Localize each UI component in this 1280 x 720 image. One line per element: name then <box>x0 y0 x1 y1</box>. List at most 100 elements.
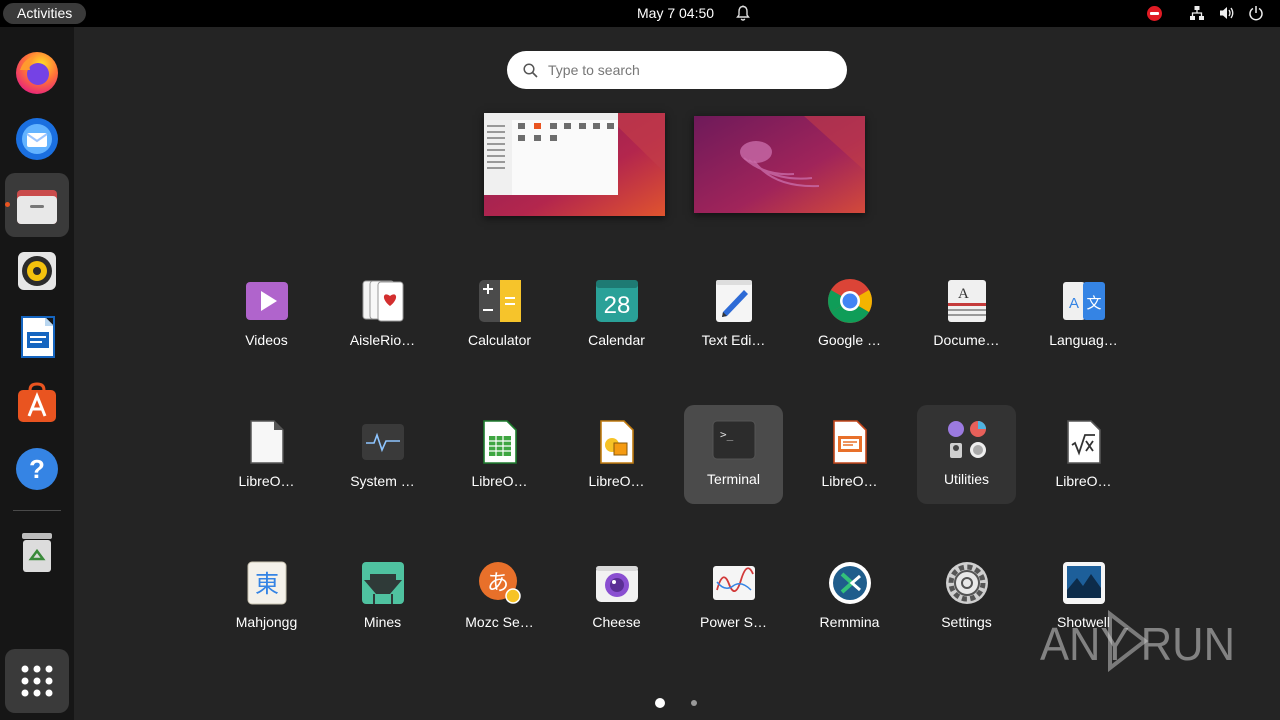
workspace-1-preview <box>484 113 665 216</box>
dock-item-writer[interactable] <box>5 305 69 369</box>
app-label: LibreO… <box>821 473 878 489</box>
workspace-thumbnail-1[interactable] <box>484 113 665 216</box>
network-icon[interactable] <box>1189 5 1205 21</box>
draw-icon <box>600 420 634 464</box>
power-icon[interactable] <box>1248 5 1264 21</box>
workspace-2-preview <box>694 116 865 213</box>
app-google-chrome[interactable]: Google … <box>800 266 899 365</box>
svg-text:>_: >_ <box>720 428 734 441</box>
page-indicator-2[interactable] <box>691 700 697 706</box>
app-label: Settings <box>941 614 992 630</box>
system-monitor-icon <box>362 424 404 460</box>
dock-item-show-applications[interactable] <box>5 649 69 713</box>
settings-icon <box>946 562 988 604</box>
app-label: LibreO… <box>588 473 645 489</box>
app-power-statistics[interactable]: Power S… <box>684 548 783 647</box>
help-icon: ? <box>16 448 58 490</box>
chrome-icon <box>828 279 872 323</box>
dock-item-thunderbird[interactable] <box>5 107 69 171</box>
app-calculator[interactable]: Calculator <box>450 266 549 365</box>
videos-icon <box>246 282 288 320</box>
terminal-icon: >_ <box>712 420 756 460</box>
app-label: Google … <box>817 332 882 348</box>
app-label: Text Edi… <box>701 332 766 348</box>
dock: ? <box>0 27 74 720</box>
app-libreoffice-impress[interactable]: LibreO… <box>800 407 899 506</box>
page-indicator-1[interactable] <box>655 698 665 708</box>
power-statistics-icon <box>713 566 755 600</box>
workspace-thumbnail-2[interactable] <box>694 116 865 213</box>
mahjongg-icon: 東 <box>247 561 287 605</box>
dock-item-help[interactable]: ? <box>5 437 69 501</box>
svg-text:あ: あ <box>487 571 509 596</box>
app-mines[interactable]: Mines <box>333 548 432 647</box>
app-label: Mozc Se… <box>465 614 534 630</box>
svg-text:A: A <box>958 286 969 302</box>
app-libreoffice-math[interactable]: LibreO… <box>1034 407 1133 506</box>
app-label: Power S… <box>700 614 767 630</box>
cards-icon <box>362 280 404 322</box>
notification-bell-icon[interactable] <box>735 5 751 22</box>
svg-text:?: ? <box>29 454 45 484</box>
app-libreoffice-calc[interactable]: LibreO… <box>450 407 549 506</box>
svg-text:文: 文 <box>1086 294 1101 312</box>
app-terminal[interactable]: >_ Terminal <box>684 405 783 504</box>
document-viewer-icon: A <box>948 280 986 322</box>
svg-text:A: A <box>1069 295 1079 312</box>
shotwell-icon <box>1063 562 1105 604</box>
search-box[interactable] <box>507 51 847 89</box>
mozc-icon: あ <box>479 562 521 604</box>
app-mozc-setup[interactable]: あ Mozc Se… <box>450 548 549 647</box>
activities-button[interactable]: Activities <box>3 3 87 24</box>
cheese-icon <box>596 566 638 602</box>
calculator-icon <box>479 280 521 322</box>
app-libreoffice-draw[interactable]: LibreO… <box>567 407 666 506</box>
app-label: Terminal <box>707 471 760 487</box>
app-videos[interactable]: Videos <box>217 266 316 365</box>
app-label: Mines <box>363 614 402 630</box>
app-label: Mahjongg <box>235 614 298 630</box>
status-alert-icon[interactable] <box>1147 6 1162 21</box>
app-system-monitor[interactable]: System … <box>333 407 432 506</box>
dock-item-ubuntu-software[interactable] <box>5 371 69 435</box>
volume-icon[interactable] <box>1219 5 1235 21</box>
app-text-editor[interactable]: Text Edi… <box>684 266 783 365</box>
dock-separator <box>13 510 61 511</box>
app-label: Cheese <box>592 614 641 630</box>
app-label: Videos <box>245 332 288 348</box>
software-icon <box>18 382 56 422</box>
writer-icon <box>21 316 55 358</box>
app-utilities-folder[interactable]: Utilities <box>917 405 1016 504</box>
app-cheese[interactable]: Cheese <box>567 548 666 647</box>
app-label: Calendar <box>588 332 645 348</box>
app-aisleriot[interactable]: AisleRio… <box>333 266 432 365</box>
app-language-support[interactable]: A 文 Languag… <box>1034 266 1133 365</box>
app-calendar[interactable]: 28 Calendar <box>567 266 666 365</box>
date-time[interactable]: May 7 04:50 <box>637 4 714 22</box>
app-settings[interactable]: Settings <box>917 548 1016 647</box>
desktop-overview: Activities May 7 04:50 ? Type to search … <box>0 0 1280 720</box>
app-document-viewer[interactable]: A Docume… <box>917 266 1016 365</box>
app-mahjongg[interactable]: 東 Mahjongg <box>217 548 316 647</box>
utilities-folder-icon <box>948 421 986 458</box>
app-label: Languag… <box>1049 332 1118 348</box>
app-label: LibreO… <box>1055 473 1112 489</box>
trash-icon <box>22 533 52 572</box>
math-icon <box>1067 420 1101 464</box>
app-libreoffice[interactable]: LibreO… <box>217 407 316 506</box>
search-input[interactable] <box>548 60 828 80</box>
running-indicator <box>5 202 10 207</box>
dock-item-firefox[interactable] <box>5 41 69 105</box>
language-icon: A 文 <box>1063 282 1105 320</box>
dock-item-trash[interactable] <box>5 520 69 584</box>
dock-item-rhythmbox[interactable] <box>5 239 69 303</box>
dock-item-files[interactable] <box>5 173 69 237</box>
app-label: Remmina <box>819 614 880 630</box>
app-remmina[interactable]: Remmina <box>800 548 899 647</box>
app-label: Utilities <box>943 471 990 487</box>
firefox-icon <box>16 52 58 94</box>
app-label: System … <box>350 473 415 489</box>
svg-text:東: 東 <box>255 570 279 598</box>
search-icon <box>523 63 538 78</box>
app-label: Docume… <box>933 332 1000 348</box>
